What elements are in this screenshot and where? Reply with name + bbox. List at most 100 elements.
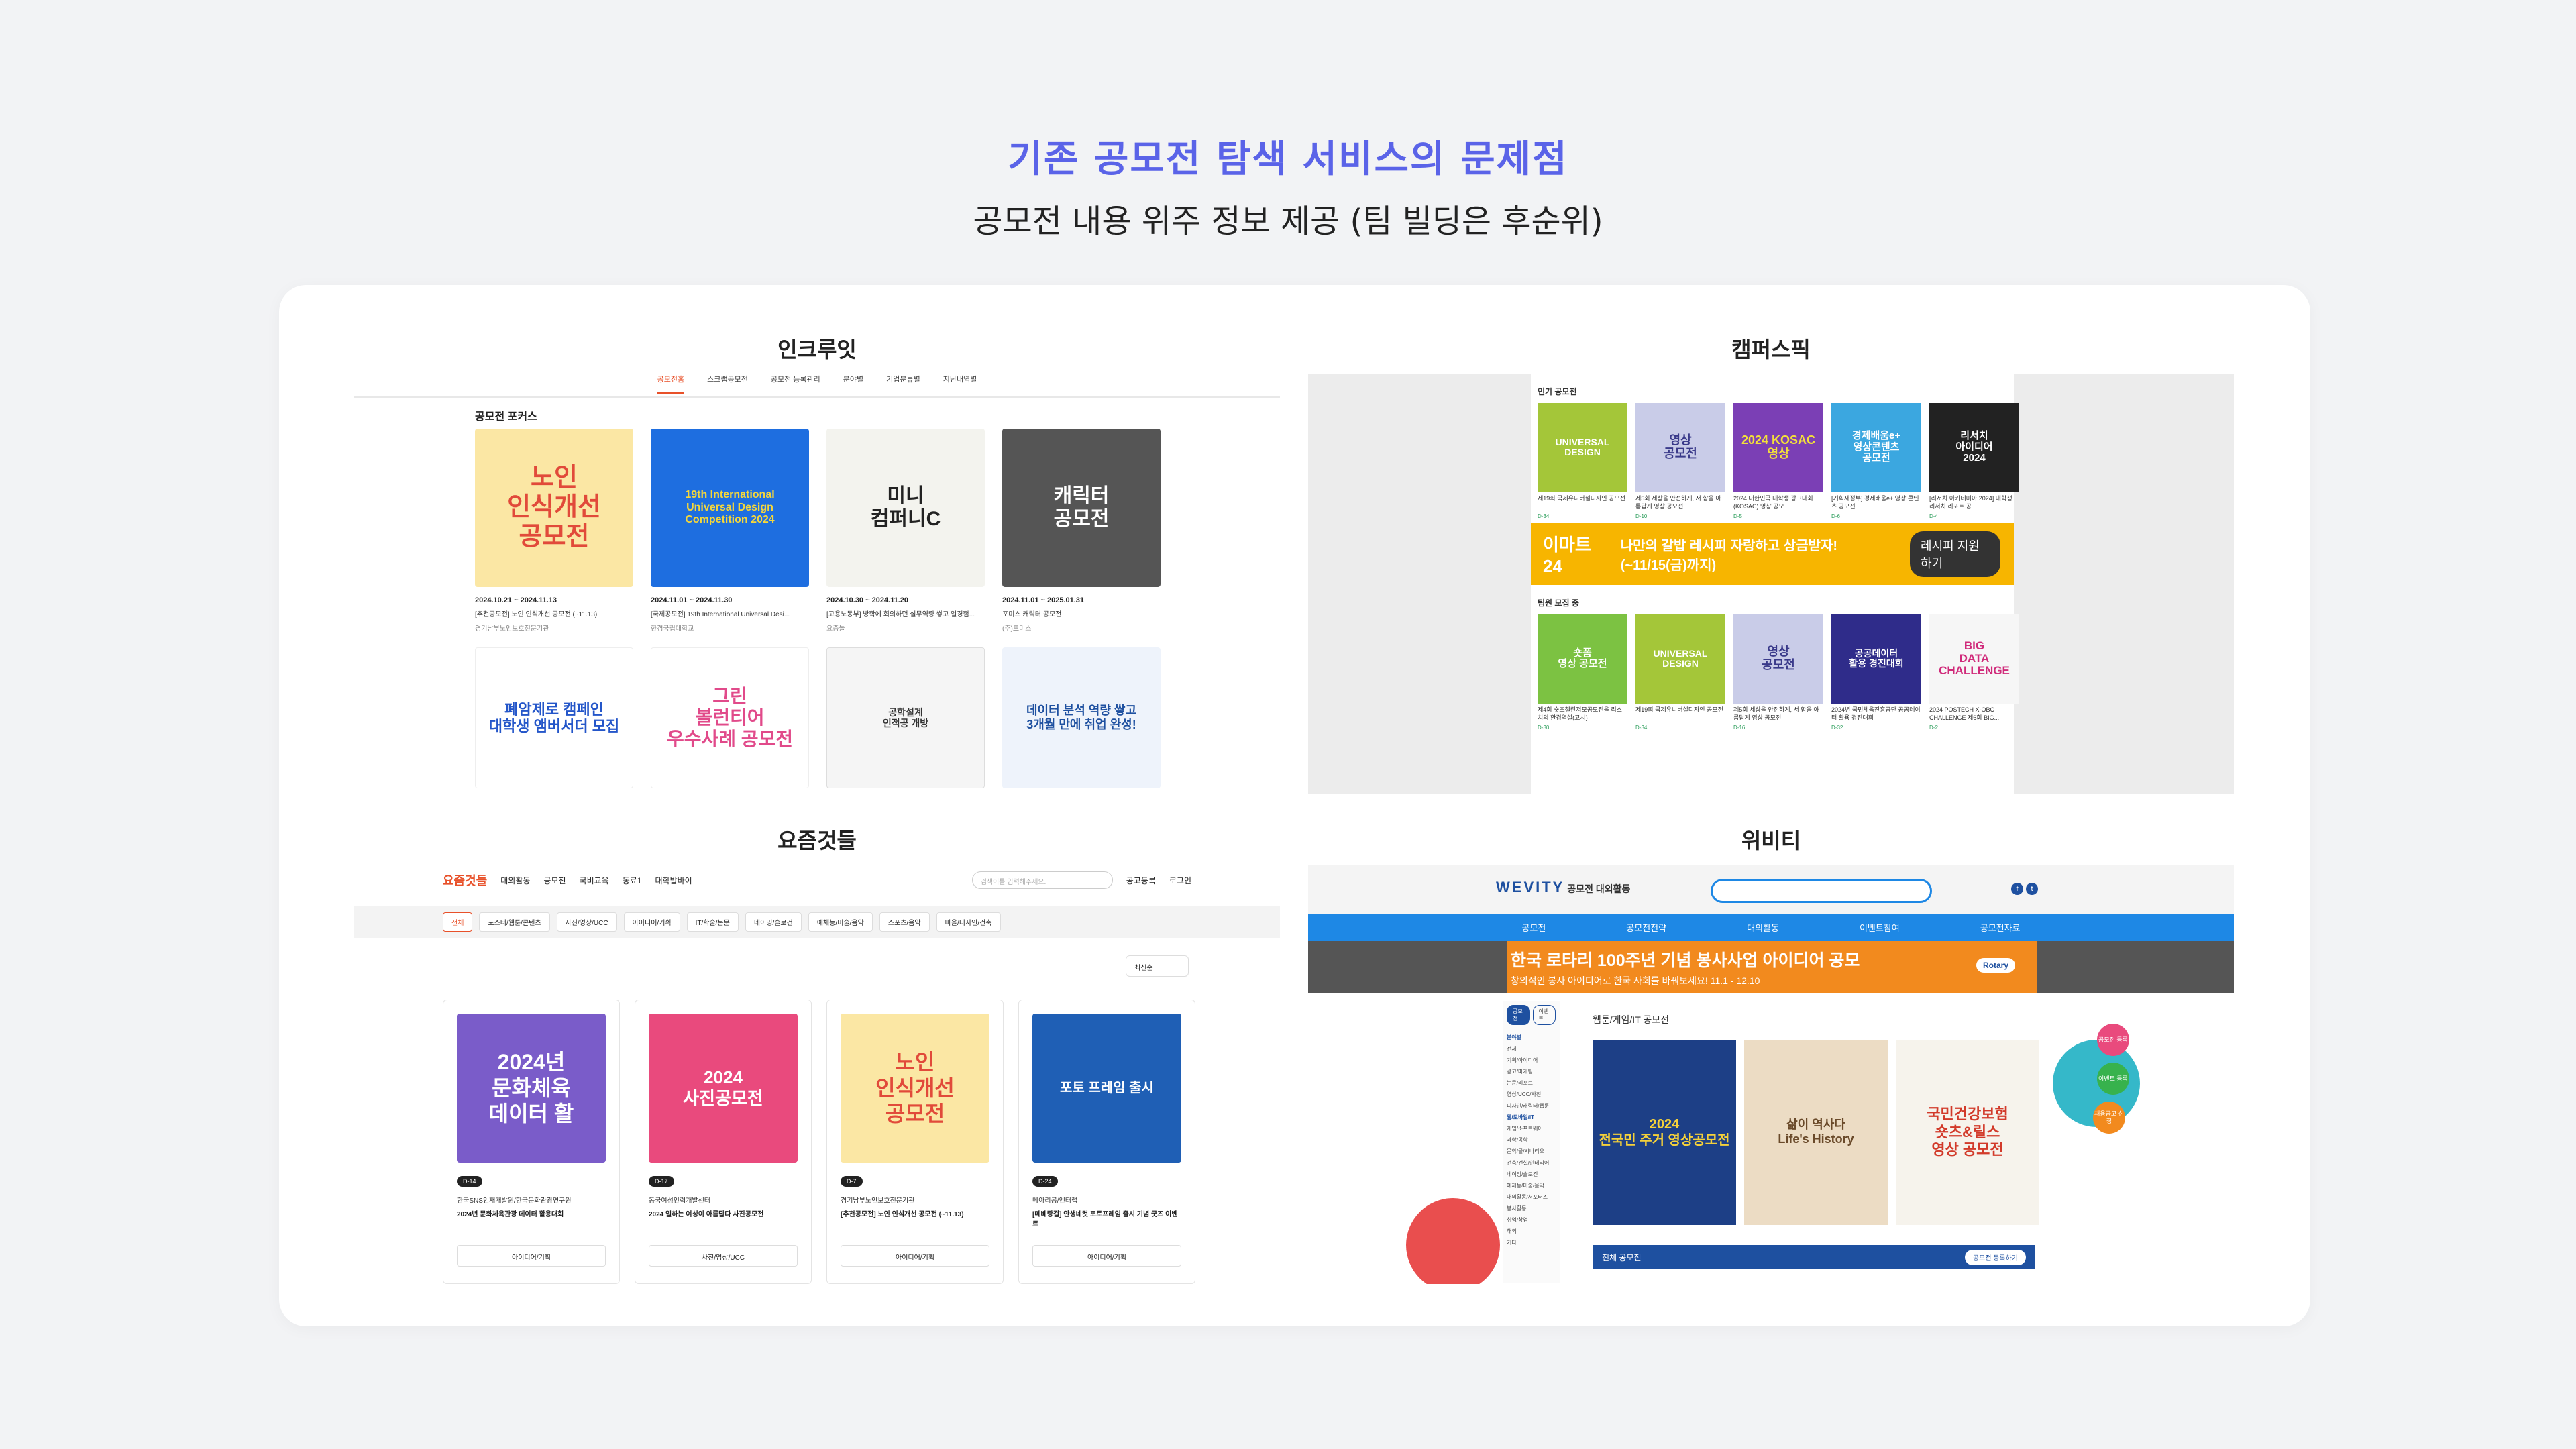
banner-cta-button[interactable]: 레시피 지원하기: [1910, 531, 2001, 577]
wevity-nav-item[interactable]: 이벤트참여: [1860, 921, 1900, 934]
contest-poster: UNIVERSAL DESIGN: [1635, 614, 1725, 704]
category-chip[interactable]: IT/학술/논문: [686, 912, 739, 932]
contest-poster: 노인 인식개선 공모전: [841, 1014, 989, 1163]
sidebar-item[interactable]: 봉사활동: [1507, 1203, 1556, 1214]
sidebar-item[interactable]: 게임/소프트웨어: [1507, 1123, 1556, 1134]
incruit-card[interactable]: 캐릭터 공모전 2024.11.01 ~ 2025.01.31 포미스 캐릭터 …: [1002, 429, 1161, 633]
category-button[interactable]: 아이디어/기획: [841, 1245, 989, 1267]
yozm-nav-item[interactable]: 국비교육: [580, 875, 609, 886]
incruit-card[interactable]: 데이터 분석 역량 쌓고 3개월 만에 취업 완성!: [1002, 647, 1161, 788]
incruit-card[interactable]: 폐암제로 캠페인 대학생 앰버서더 모집: [475, 647, 633, 788]
campuspick-card[interactable]: 2024 KOSAC 영상 2024 대한민국 대학생 광고대회 (KOSAC) …: [1733, 402, 1823, 519]
campuspick-card[interactable]: 숏폼 영상 공모전 제4회 숏츠챌린저모공모전을 리스치의 환경역설(고시) D-3…: [1538, 614, 1627, 731]
wevity-nav-item[interactable]: 공모전자료: [1980, 921, 2021, 934]
sidebar-tab[interactable]: 이벤트: [1532, 1005, 1556, 1025]
wevity-card[interactable]: 2024 전국민 주거 영상공모전: [1593, 1040, 1736, 1225]
sidebar-item[interactable]: 전체: [1507, 1043, 1556, 1055]
sidebar-item[interactable]: 기획/아이디어: [1507, 1055, 1556, 1066]
wevity-card[interactable]: 국민건강보험 숏츠&릴스 영상 공모전: [1896, 1040, 2039, 1225]
wevity-logo[interactable]: WEVITY 공모전 대외활동: [1496, 879, 1630, 896]
incruit-card[interactable]: 공학설계 인적공 개방: [826, 647, 985, 788]
sort-select[interactable]: 최신순: [1126, 955, 1189, 977]
register-badge[interactable]: 공모전 등록: [2097, 1024, 2129, 1056]
sidebar-item[interactable]: 취업/창업: [1507, 1214, 1556, 1226]
campuspick-card[interactable]: UNIVERSAL DESIGN 제19회 국제유니버설디자인 공모전 D-34: [1635, 614, 1725, 731]
sidebar-item[interactable]: 논문/리포트: [1507, 1077, 1556, 1089]
yozm-register-link[interactable]: 공고등록: [1126, 875, 1156, 886]
register-badge[interactable]: 이벤트 등록: [2097, 1063, 2129, 1095]
card-org: 메아리공/엔터랩: [1032, 1197, 1078, 1205]
yozm-logo[interactable]: 요즘것들: [443, 871, 487, 889]
incruit-card[interactable]: 미니 컴퍼니C 2024.10.30 ~ 2024.11.20 [고용노동부] …: [826, 429, 985, 633]
incruit-nav-item[interactable]: 분야별: [843, 374, 863, 396]
sidebar-item[interactable]: 해외: [1507, 1226, 1556, 1237]
banner-text: 나만의 갈밥 레시피 자랑하고 상금받자! (~11/15(금)까지): [1620, 539, 1838, 573]
sidebar-item[interactable]: 문학/글/시나리오: [1507, 1146, 1556, 1157]
campuspick-card[interactable]: 영상 공모전 제5회 세상을 안전하게, 서 함을 아름답게 영상 공모전 D-10: [1635, 402, 1725, 519]
category-chip[interactable]: 사진/영상/UCC: [556, 912, 617, 932]
campuspick-card[interactable]: UNIVERSAL DESIGN 제19회 국제유니버설디자인 공모전 D-34: [1538, 402, 1627, 519]
incruit-card[interactable]: 노인 인식개선 공모전 2024.10.21 ~ 2024.11.13 [추천공…: [475, 429, 633, 633]
incruit-nav-item[interactable]: 지난내역별: [943, 374, 977, 396]
card-name: [국제공모전] 19th International Universal Des…: [651, 611, 790, 619]
category-button[interactable]: 아이디어/기획: [1032, 1245, 1181, 1267]
sidebar-tab[interactable]: 공모전: [1507, 1005, 1530, 1025]
incruit-nav-item[interactable]: 스크랩공모전: [707, 374, 748, 396]
yozm-nav-item[interactable]: 동료1: [623, 875, 642, 886]
card-org: 동국여성인력개발센터: [649, 1197, 710, 1205]
yozm-login-link[interactable]: 로그인: [1169, 875, 1191, 886]
sidebar-item[interactable]: 예체능/미술/음악: [1507, 1180, 1556, 1191]
sidebar-item[interactable]: 디자인/캐릭터/웹툰: [1507, 1100, 1556, 1112]
category-chip[interactable]: 스포츠/음악: [879, 912, 930, 932]
wevity-nav-item[interactable]: 대외활동: [1747, 921, 1779, 934]
category-chip[interactable]: 전체: [443, 912, 473, 932]
yozm-nav-item[interactable]: 공모전: [543, 875, 566, 886]
wevity-card[interactable]: 삶이 역사다 Life's History: [1744, 1040, 1888, 1225]
yozm-nav-item[interactable]: 대학발바이: [655, 875, 692, 886]
wevity-nav-item[interactable]: 공모전전략: [1626, 921, 1666, 934]
incruit-card[interactable]: 그린 볼런티어 우수사례 공모전: [651, 647, 809, 788]
category-chip[interactable]: 마을/디자인/건축: [936, 912, 1001, 932]
yozm-card[interactable]: 노인 인식개선 공모전 D-7 경기남부노인보호전문기관 [추천공모전] 노인 …: [826, 1000, 1004, 1284]
wevity-search-input[interactable]: [1711, 879, 1932, 903]
wevity-ad-banner[interactable]: 한국 로타리 100주년 기념 봉사사업 아이디어 공모 창의적인 봉사 아이디…: [1308, 941, 2234, 993]
sidebar-item[interactable]: 기타: [1507, 1237, 1556, 1248]
sidebar-item[interactable]: 웹/모바일/IT: [1507, 1112, 1556, 1123]
campuspick-card[interactable]: BIG DATA CHALLENGE 2024 POSTECH X-OBC CHA…: [1929, 614, 2019, 731]
yozm-screenshot: 요즘것들 대외활동 공모전 국비교육 동료1 대학발바이 검색어를 입력해주세요…: [354, 865, 1280, 1308]
category-button[interactable]: 사진/영상/UCC: [649, 1245, 798, 1267]
dday-badge: D-7: [841, 1176, 863, 1187]
yozm-nav-item[interactable]: 대외활동: [500, 875, 530, 886]
register-contest-button[interactable]: 공모전 등록하기: [1964, 1249, 2026, 1265]
sidebar-item[interactable]: 대외활동/서포터즈: [1507, 1191, 1556, 1203]
category-chip[interactable]: 아이디어/기획: [623, 912, 680, 932]
twitter-icon[interactable]: t: [2026, 883, 2038, 895]
yozm-card[interactable]: 2024 사진공모전 D-17 동국여성인력개발센터 2024 일하는 여성이 …: [635, 1000, 812, 1284]
campuspick-card[interactable]: 공공데이터 활용 경진대회 2024년 국민체육진흥공단 공공데이터 활용 경진대…: [1831, 614, 1921, 731]
incruit-card[interactable]: 19th International Universal Design Comp…: [651, 429, 809, 633]
campuspick-ad-banner[interactable]: 이마트24 나만의 갈밥 레시피 자랑하고 상금받자! (~11/15(금)까지…: [1531, 523, 2014, 585]
sidebar-item[interactable]: 광고/마케팅: [1507, 1066, 1556, 1077]
wevity-nav-item[interactable]: 공모전: [1521, 921, 1546, 934]
category-chip[interactable]: 네이밍/슬로건: [745, 912, 802, 932]
facebook-icon[interactable]: f: [2011, 883, 2023, 895]
yozm-search-input[interactable]: 검색어를 입력해주세요.: [971, 871, 1113, 889]
register-badge[interactable]: 채용공고 신청: [2093, 1102, 2125, 1134]
incruit-nav-item[interactable]: 공모전 등록관리: [771, 374, 820, 396]
sidebar-item[interactable]: 네이밍/슬로건: [1507, 1169, 1556, 1180]
yozm-card[interactable]: 2024년 문화체육 데이터 활 D-14 한국SNS인재개발원/한국문화관광연…: [443, 1000, 620, 1284]
yozm-card[interactable]: 포토 프레임 출시 D-24 메아리공/엔터랩 [메베랑걸] 안생네컷 포토프레…: [1018, 1000, 1195, 1284]
sidebar-item[interactable]: 영상/UCC/사진: [1507, 1089, 1556, 1100]
sidebar-item[interactable]: 과학/공학: [1507, 1134, 1556, 1146]
card-org: 경기남부노인보호전문기관: [475, 625, 549, 633]
campuspick-card[interactable]: 영상 공모전 제5회 세상을 안전하게, 서 함을 아름답게 영상 공모전 D-16: [1733, 614, 1823, 731]
incruit-nav-item[interactable]: 공모전홈: [657, 374, 685, 394]
campuspick-card[interactable]: 리서치 아이디어 2024 [리서치 아카데미아 2024] 대학생 리서치 리포…: [1929, 402, 2019, 519]
sidebar-item[interactable]: 건축/건설/인테리어: [1507, 1157, 1556, 1169]
category-chip[interactable]: 포스터/웹툰/콘텐츠: [479, 912, 550, 932]
campuspick-card[interactable]: 경제배움e+ 영상콘텐츠 공모전 [기획재정부] 경제배움e+ 영상 콘텐츠 공모…: [1831, 402, 1921, 519]
category-chip[interactable]: 예체능/미술/음악: [808, 912, 873, 932]
category-button[interactable]: 아이디어/기획: [457, 1245, 606, 1267]
incruit-nav-item[interactable]: 기업분류별: [886, 374, 920, 396]
contest-poster: 공공데이터 활용 경진대회: [1831, 614, 1921, 704]
